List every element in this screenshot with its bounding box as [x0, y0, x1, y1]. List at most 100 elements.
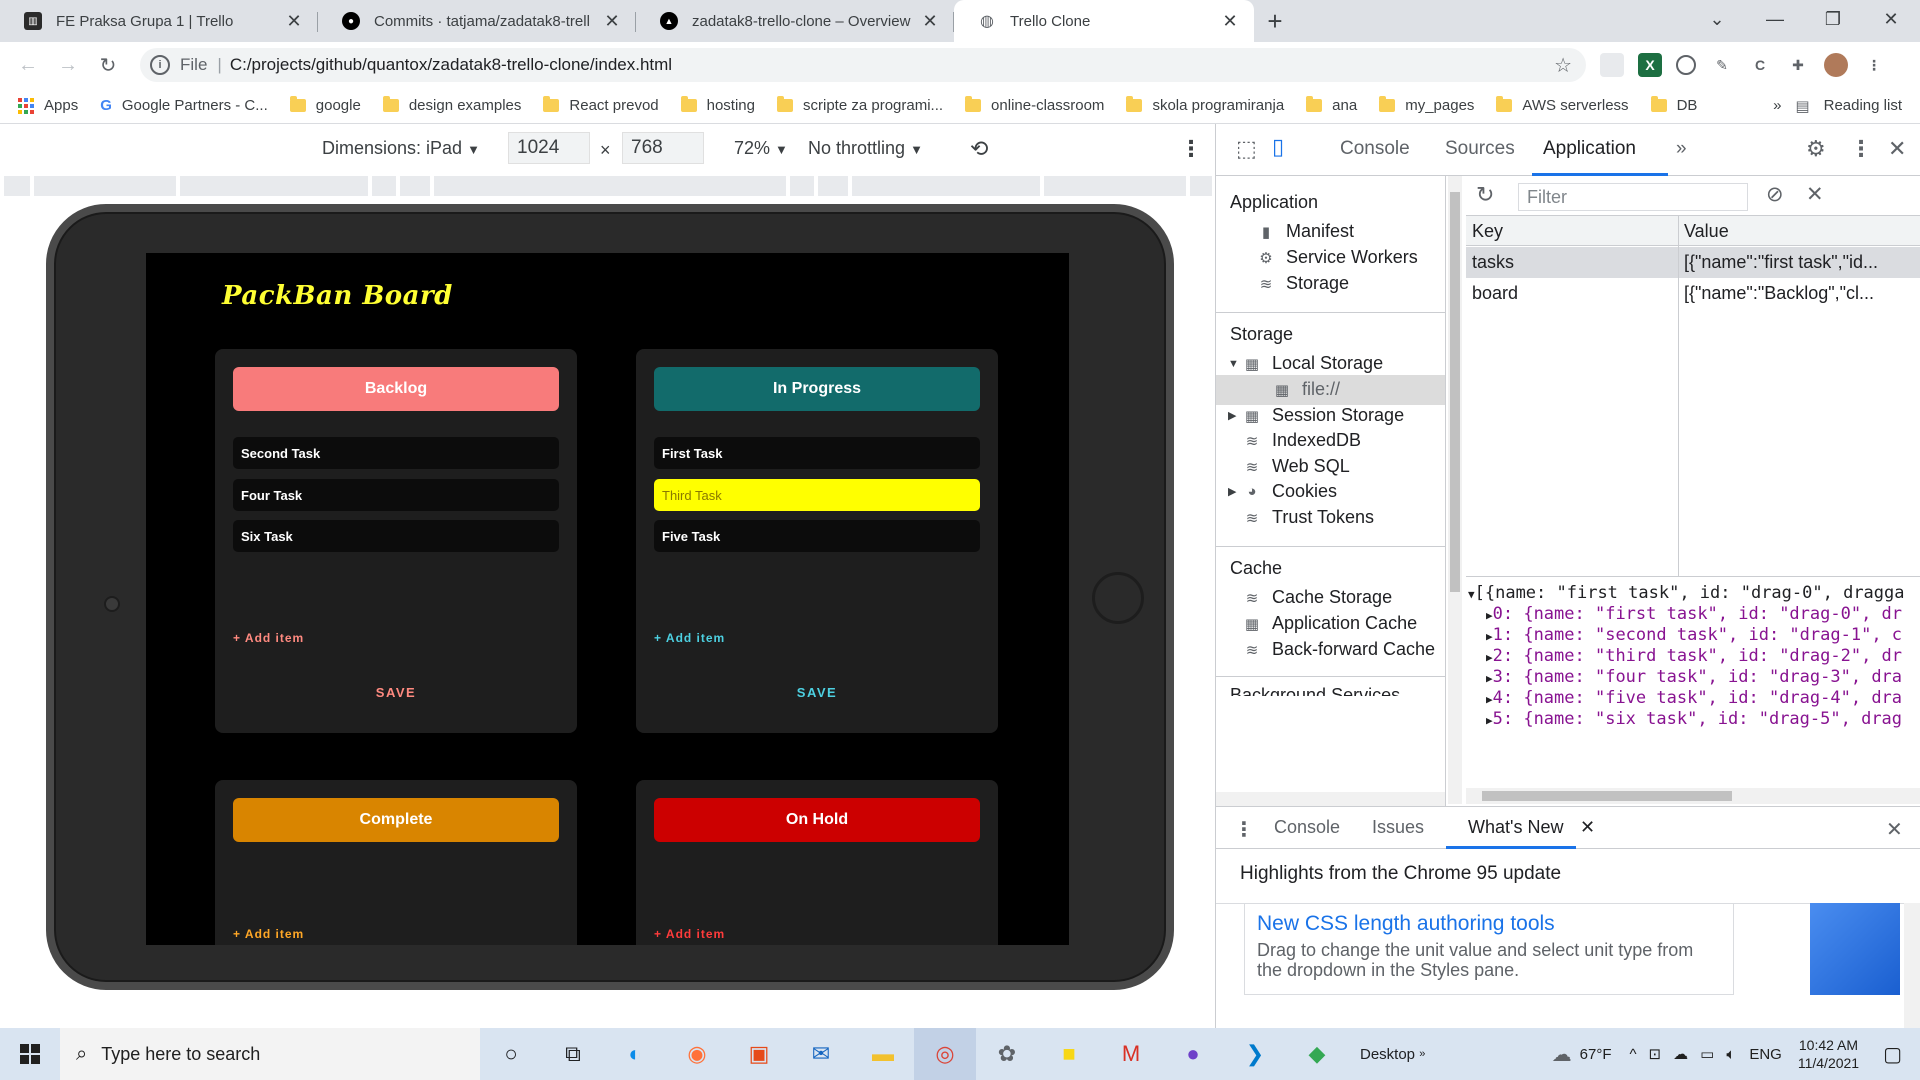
start-button[interactable]	[0, 1028, 60, 1080]
vscode-icon[interactable]: ❯	[1224, 1028, 1286, 1080]
back-button[interactable]: ←	[8, 54, 48, 77]
close-window-button[interactable]: ✕	[1862, 0, 1920, 38]
bookmark-folder[interactable]: scripte za programi...	[777, 96, 943, 114]
preview-root-line[interactable]: ▼[{name: "first task", id: "drag-0", dra…	[1468, 583, 1905, 603]
delete-selected-icon[interactable]: ✕	[1806, 182, 1824, 207]
sidebar-item-manifest[interactable]: ▮ Manifest	[1256, 221, 1354, 242]
edge-icon[interactable]: ◐	[604, 1028, 666, 1080]
close-tab-icon[interactable]: ✕	[920, 11, 940, 32]
task-view-icon[interactable]: ⧉	[542, 1028, 604, 1080]
sidebar-item-storage[interactable]: ≋ Storage	[1256, 273, 1349, 294]
minimize-button[interactable]: —	[1746, 0, 1804, 38]
sidebar-item-trust-tokens[interactable]: ≋ Trust Tokens	[1242, 507, 1374, 528]
whats-new-card[interactable]: New CSS length authoring tools Drag to c…	[1244, 903, 1734, 995]
tab-application[interactable]: Application	[1543, 138, 1636, 160]
browser-tab-github[interactable]: ● Commits · tatjama/zadatak8-trell ✕	[318, 0, 636, 42]
language-indicator[interactable]: ENG	[1749, 1046, 1782, 1063]
bookmarks-overflow-button[interactable]: »	[1773, 97, 1781, 114]
zoom-select[interactable]: 72% ▼	[734, 138, 788, 159]
browser-menu-icon[interactable]: ⋮	[1862, 53, 1886, 77]
battery-icon[interactable]: ▭	[1700, 1045, 1714, 1063]
drawer-tab-issues[interactable]: Issues	[1372, 817, 1424, 838]
pen-extension-icon[interactable]: ✎	[1710, 53, 1734, 77]
bookmark-star-icon[interactable]: ☆	[1554, 53, 1572, 78]
settings-gear-icon[interactable]: ⚙	[1806, 136, 1826, 162]
preview-entry-line[interactable]: ▶5: {name: "six task", id: "drag-5", dra…	[1486, 709, 1902, 729]
app-diamond-icon[interactable]: ◆	[1286, 1028, 1348, 1080]
sidebar-item-indexeddb[interactable]: ≋ IndexedDB	[1242, 430, 1361, 451]
office-icon[interactable]: ▣	[728, 1028, 790, 1080]
device-height-input[interactable]: 768	[622, 132, 704, 164]
sidebar-item-application-cache[interactable]: ▦ Application Cache	[1242, 613, 1417, 634]
bookmark-apps[interactable]: Apps	[18, 97, 78, 114]
sidebar-item-service-workers[interactable]: ⚙ Service Workers	[1256, 247, 1417, 268]
bookmark-google-partners[interactable]: G Google Partners - C...	[100, 97, 268, 114]
sticky-notes-icon[interactable]: ■	[1038, 1028, 1100, 1080]
column-divider[interactable]	[1678, 216, 1679, 576]
preview-hscrollbar[interactable]	[1466, 788, 1920, 804]
bookmark-folder[interactable]: hosting	[680, 96, 755, 114]
address-bar[interactable]: i File | C:/projects/github/quantox/zada…	[140, 48, 1586, 82]
taskbar-search[interactable]: ⌕ Type here to search	[60, 1028, 480, 1080]
drawer-tab-console[interactable]: Console	[1274, 817, 1340, 838]
task-card[interactable]: Five Task	[654, 520, 980, 552]
mail-icon[interactable]: ✉	[790, 1028, 852, 1080]
sidebar-scrollbar[interactable]	[1448, 176, 1462, 804]
sidebar-item-cookies[interactable]: ▶ ◕ Cookies	[1228, 481, 1337, 502]
weather-icon[interactable]: ☁	[1552, 1042, 1572, 1067]
table-row[interactable]: board [{"name":"Backlog","cl...	[1466, 278, 1920, 309]
extension-icon[interactable]	[1600, 53, 1624, 77]
device-dimensions-select[interactable]: Dimensions: iPad ▼	[322, 138, 480, 159]
new-tab-button[interactable]: +	[1254, 0, 1296, 42]
value-column-header[interactable]: Value	[1684, 221, 1916, 242]
task-card[interactable]: Six Task	[233, 520, 559, 552]
sidebar-item-cache-storage[interactable]: ≋ Cache Storage	[1242, 587, 1392, 608]
device-more-icon[interactable]: ⋮	[1180, 136, 1202, 162]
forward-button[interactable]: →	[48, 54, 88, 77]
add-item-button[interactable]: + Add item	[233, 927, 304, 941]
media-query-bar[interactable]	[0, 176, 1215, 198]
refresh-icon[interactable]: ↻	[1476, 182, 1494, 208]
device-toggle-icon[interactable]: ▯	[1272, 134, 1284, 160]
bookmark-folder[interactable]: skola programiranja	[1126, 96, 1284, 114]
github-desktop-icon[interactable]: ●	[1162, 1028, 1224, 1080]
chrome-icon[interactable]: ◎	[914, 1028, 976, 1080]
save-button[interactable]: SAVE	[636, 685, 998, 700]
bookmark-folder[interactable]: design examples	[382, 96, 521, 114]
more-tabs-button[interactable]: »	[1676, 138, 1687, 160]
task-card[interactable]: First Task	[654, 437, 980, 469]
bookmark-folder[interactable]: AWS serverless	[1496, 96, 1629, 114]
throttling-select[interactable]: No throttling ▼	[808, 138, 923, 159]
sidebar-hscrollbar[interactable]	[1216, 792, 1445, 806]
tab-sources[interactable]: Sources	[1445, 138, 1515, 160]
sidebar-item-web-sql[interactable]: ≋ Web SQL	[1242, 456, 1350, 477]
drawer-scrollbar[interactable]	[1904, 903, 1920, 1029]
sidebar-item-file-origin[interactable]: ▦ file://	[1272, 379, 1340, 400]
profile-avatar[interactable]	[1824, 53, 1848, 77]
preview-entry-line[interactable]: ▶4: {name: "five task", id: "drag-4", dr…	[1486, 688, 1902, 708]
rotate-icon[interactable]: ⟲	[970, 136, 988, 162]
onedrive-icon[interactable]: ☁	[1673, 1045, 1688, 1063]
save-button[interactable]: SAVE	[215, 685, 577, 700]
app-icon[interactable]: ✿	[976, 1028, 1038, 1080]
inspect-element-icon[interactable]: ⬚	[1236, 136, 1257, 162]
gmail-icon[interactable]: M	[1100, 1028, 1162, 1080]
table-row[interactable]: tasks [{"name":"first task","id...	[1466, 247, 1920, 278]
preview-entry-line[interactable]: ▶2: {name: "third task", id: "drag-2", d…	[1486, 646, 1902, 666]
add-item-button[interactable]: + Add item	[233, 631, 304, 645]
volume-icon[interactable]: 🔈︎	[1726, 1046, 1735, 1063]
preview-entry-line[interactable]: ▶0: {name: "first task", id: "drag-0", d…	[1486, 604, 1902, 624]
device-icon[interactable]: ⊡	[1649, 1045, 1662, 1063]
desktop-toolbar[interactable]: Desktop »	[1348, 1028, 1437, 1080]
bookmark-folder[interactable]: DB	[1650, 96, 1697, 114]
sidebar-item-local-storage[interactable]: ▼ ▦ Local Storage	[1228, 353, 1383, 374]
bookmark-folder[interactable]: ana	[1306, 96, 1357, 114]
tab-search-icon[interactable]: ⌄	[1688, 0, 1746, 38]
drawer-tab-whats-new[interactable]: What's New	[1468, 817, 1563, 838]
tab-console[interactable]: Console	[1340, 138, 1410, 160]
bookmark-folder[interactable]: google	[289, 96, 361, 114]
close-tab-icon[interactable]: ✕	[1220, 11, 1240, 32]
preview-entry-line[interactable]: ▶3: {name: "four task", id: "drag-3", dr…	[1486, 667, 1902, 687]
device-width-input[interactable]: 1024	[508, 132, 590, 164]
info-icon[interactable]: i	[150, 55, 170, 75]
